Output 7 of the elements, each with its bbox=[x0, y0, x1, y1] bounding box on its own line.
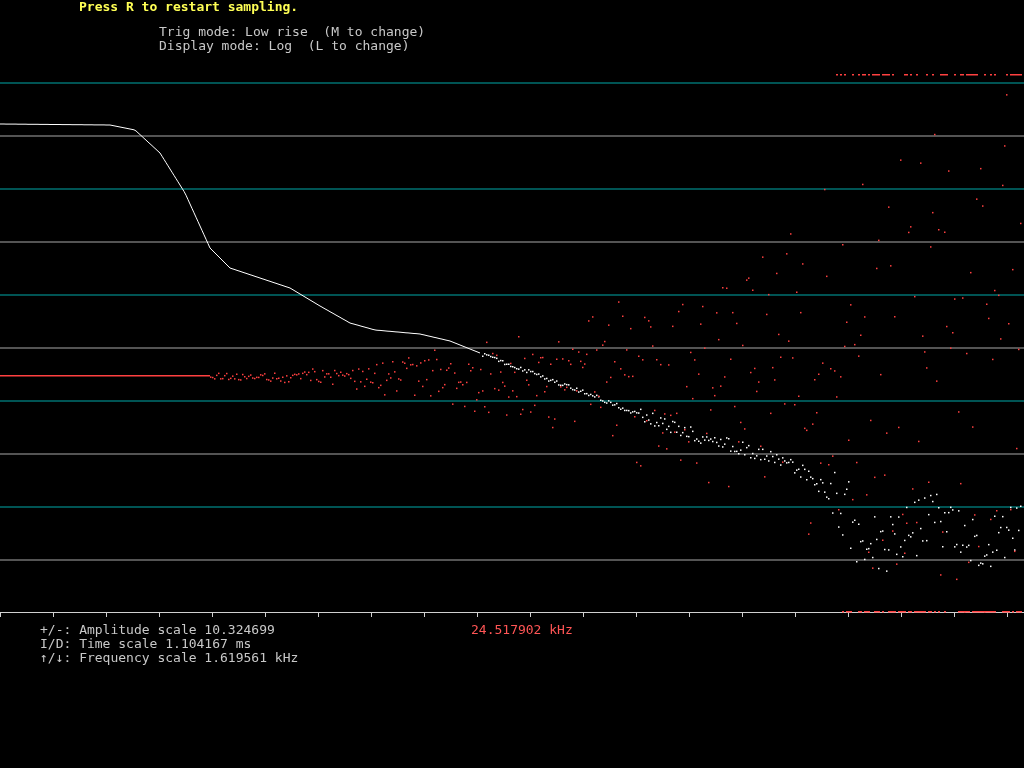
mode-label: Display mode: Log (L to change) bbox=[159, 39, 410, 53]
frequency-readout: 24.517902 kHz bbox=[471, 623, 573, 637]
scale-label: I/D: Time scale 1.104167 ms bbox=[40, 637, 252, 651]
scale-label: ↑/↓: Frequency scale 1.619561 kHz bbox=[40, 651, 299, 665]
mode-label: Trig mode: Low rise (M to change) bbox=[159, 25, 426, 39]
scale-label: +/-: Amplitude scale 10.324699 bbox=[40, 623, 275, 637]
restart-prompt: Press R to restart sampling. bbox=[78, 0, 299, 14]
